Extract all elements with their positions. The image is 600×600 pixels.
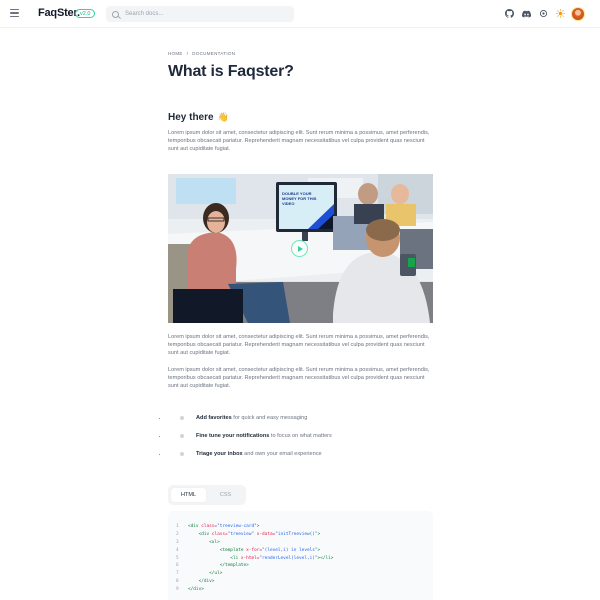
avatar[interactable]	[571, 7, 585, 21]
code-token: <div	[188, 524, 202, 529]
code-token: class=	[211, 531, 228, 537]
code-token: x-data=	[256, 531, 276, 537]
code-line: 1 <div class= "treeview-card" >	[176, 524, 433, 532]
feature-title: Triage your inbox	[196, 451, 243, 457]
code-token: x-for=	[246, 547, 263, 553]
bullet-icon	[180, 434, 184, 438]
search-input[interactable]: Search docs...	[125, 11, 163, 17]
tab-html[interactable]: HTML	[171, 488, 206, 502]
line-number: 3	[176, 539, 179, 545]
body-paragraph-1: Lorem ipsum dolor sit amet, consectetur …	[168, 334, 430, 356]
breadcrumb-separator: /	[186, 51, 189, 56]
github-icon[interactable]	[505, 9, 514, 18]
section-heading-text: Hey there	[168, 112, 214, 123]
line-number: 4	[176, 547, 179, 553]
code-tabs: HTML CSS	[168, 485, 246, 505]
code-token: "(level,i) in levels"	[262, 547, 318, 553]
code-token: <ul>	[188, 539, 220, 545]
discord-icon[interactable]	[522, 9, 531, 18]
bullet-icon	[180, 452, 184, 456]
code-token: </div>	[188, 579, 215, 585]
breadcrumb-home[interactable]: HOME	[168, 51, 183, 56]
waving-hand-icon: 👋	[217, 112, 229, 122]
breadcrumb-current[interactable]: DOCUMENTATION	[192, 51, 235, 56]
line-number: 1	[176, 524, 179, 529]
feature-description: to focus on what matters	[269, 433, 332, 439]
top-bar: FaqSter. v2.0 Search docs...	[0, 0, 600, 28]
page-title: What is Faqster?	[168, 63, 294, 80]
code-token: "initTreeview()"	[275, 531, 318, 537]
code-token: >	[317, 531, 321, 537]
code-line: 2 <div class= "treeview" x-data= "initTree…	[176, 532, 433, 540]
code-token: ></li>	[317, 555, 334, 561]
feature-description: and own your email experience	[242, 451, 322, 457]
code-token: class=	[201, 524, 218, 529]
line-number: 8	[176, 579, 179, 585]
feature-title: Add favorites	[196, 415, 232, 421]
hamburger-menu-icon[interactable]	[10, 9, 19, 17]
code-token: </div>	[188, 587, 204, 593]
code-line: 7 </ul>	[176, 571, 433, 579]
code-token: >	[317, 547, 321, 553]
line-number: 9	[176, 587, 179, 593]
intro-paragraph: Lorem ipsum dolor sit amet, consectetur …	[168, 130, 430, 152]
feature-list: Add favorites for quick and easy messagi…	[168, 414, 433, 468]
code-token: <div	[188, 531, 212, 537]
body-paragraph-2: Lorem ipsum dolor sit amet, consectetur …	[168, 367, 430, 389]
list-item: Triage your inbox and own your email exp…	[168, 450, 433, 468]
code-token: >	[256, 524, 260, 529]
video-player[interactable]: DOUBLE YOUR MONEY FOR THIS VIDEO	[168, 174, 433, 323]
list-item: Fine tune your notifications to focus on…	[168, 432, 433, 450]
play-button[interactable]	[291, 240, 308, 257]
code-line: 4 <template x-for= "(level,i) in levels" >	[176, 548, 433, 556]
code-token: "renderLevel(level,i)"	[259, 555, 318, 561]
settings-icon[interactable]	[539, 9, 548, 18]
code-token: <template	[188, 547, 247, 553]
code-token: "treeview"	[227, 531, 257, 537]
version-badge: v2.0	[75, 9, 96, 18]
search-bar[interactable]: Search docs...	[106, 6, 294, 22]
feature-description: for quick and easy messaging	[231, 415, 308, 421]
bullet-icon	[180, 416, 184, 420]
breadcrumb: HOME / DOCUMENTATION	[168, 51, 433, 56]
search-icon	[112, 10, 119, 18]
list-item: Add favorites for quick and easy messagi…	[168, 414, 433, 432]
line-number: 2	[176, 531, 179, 537]
code-line: 3 <ul>	[176, 540, 433, 548]
code-block: 1 <div class= "treeview-card" >2 <div class…	[168, 511, 433, 600]
tab-css[interactable]: CSS	[208, 488, 243, 502]
feature-title: Fine tune your notifications	[196, 433, 270, 439]
logo[interactable]: FaqSter.	[38, 7, 80, 19]
code-token: "treeview-card"	[217, 524, 257, 529]
code-line: 8 </div>	[176, 579, 433, 587]
code-line: 9 </div>	[176, 587, 433, 595]
section-heading: Hey there 👋	[168, 112, 433, 123]
sun-icon[interactable]	[556, 9, 565, 18]
